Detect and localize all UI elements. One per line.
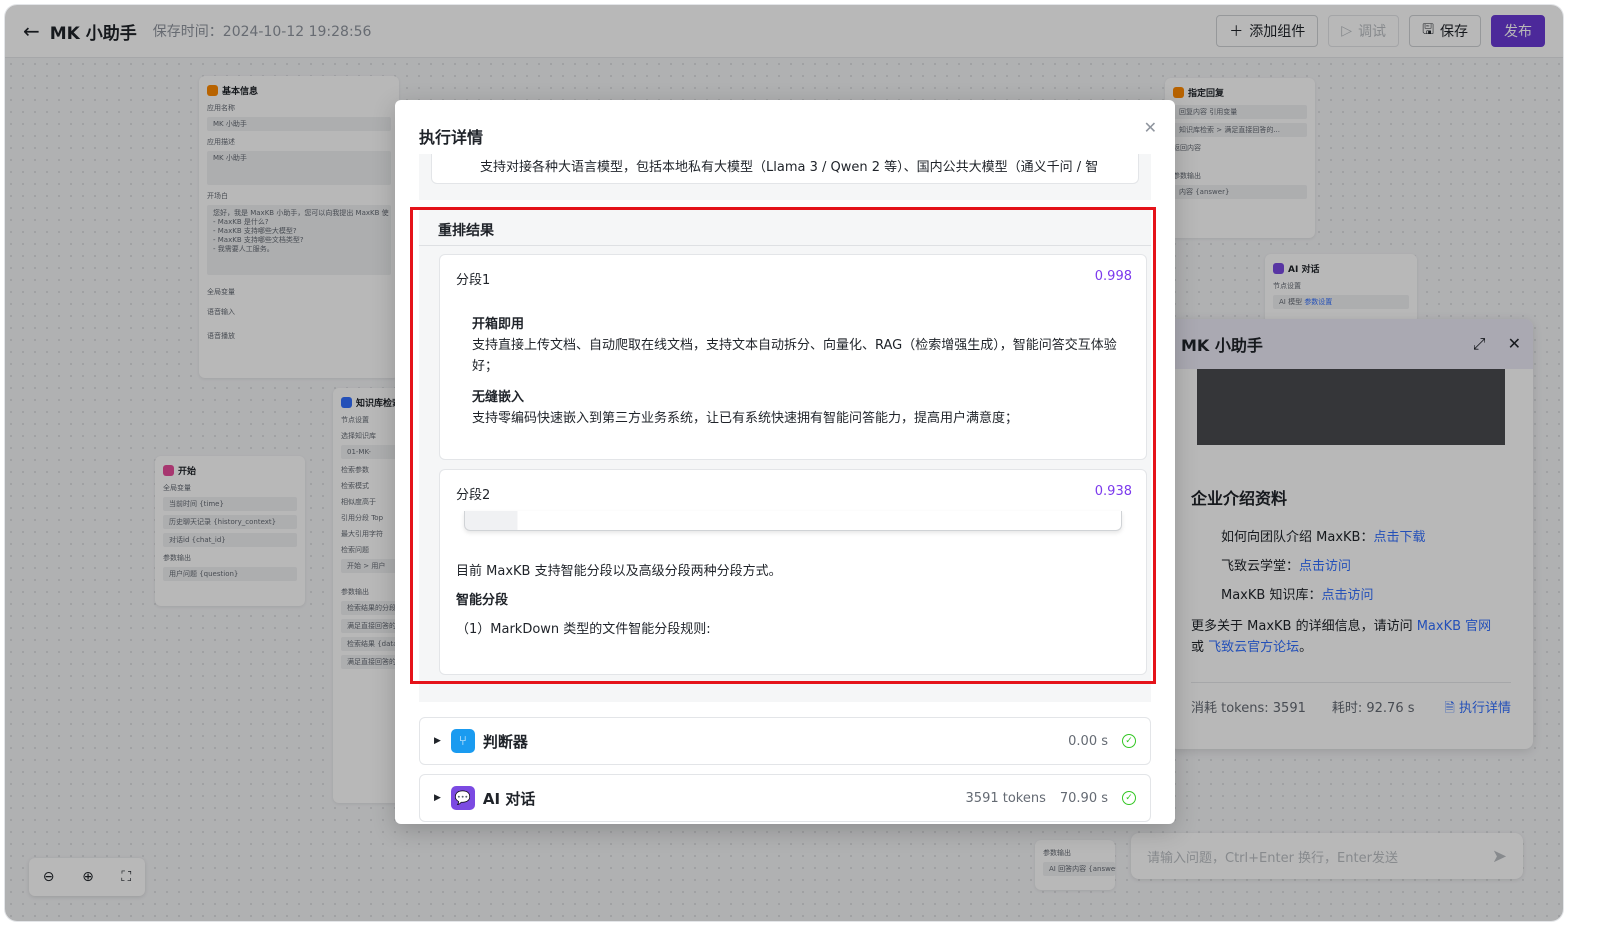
segment-heading: 开箱即用: [472, 317, 525, 332]
check-circle-icon: ✓: [1122, 791, 1136, 805]
chat-bubble-icon: 💬: [450, 786, 475, 810]
exec-detail-dialog: 执行详情 ✕ 支持对接各种大语言模型，包括本地私有大模型（Llama 3 / Q…: [395, 100, 1175, 824]
segment-header: 分段2 0.938: [440, 470, 1146, 503]
step-meta: 0.00 s ✓: [1068, 734, 1136, 749]
snippet-text: 支持对接各种大语言模型，包括本地私有大模型（Llama 3 / Qwen 2 等…: [480, 160, 1099, 175]
step-row-judge[interactable]: ▶ ⑂ 判断器 0.00 s ✓: [419, 717, 1151, 765]
branch-icon: ⑂: [450, 729, 475, 753]
segment-content: 目前 MaxKB 支持智能分段以及高级分段两种分段方式。 智能分段 （1）Mar…: [440, 531, 1146, 640]
caret-right-icon[interactable]: ▶: [434, 736, 441, 746]
caret-right-icon[interactable]: ▶: [434, 793, 441, 803]
step-time: 70.90 s: [1059, 790, 1108, 806]
segment-content: 开箱即用 支持直接上传文档、自动爬取在线文档，支持文本自动拆分、向量化、RAG（…: [440, 288, 1146, 429]
step-tokens: 3591 tokens: [965, 790, 1046, 806]
step-name: AI 对话: [482, 789, 536, 808]
divider: [419, 245, 1151, 246]
segment-text: 支持直接上传文档、自动爬取在线文档，支持文本自动拆分、向量化、RAG（检索增强生…: [472, 338, 1117, 374]
step-meta: 3591 tokens 70.90 s ✓: [966, 791, 1136, 806]
check-circle-icon: ✓: [1122, 734, 1136, 748]
step-time: 0.00 s: [1068, 733, 1108, 749]
segment-label: 分段2: [456, 488, 491, 503]
embedded-image: [464, 511, 1122, 531]
app-window: 基本信息 应用名称 MK 小助手 应用描述 MK 小助手 开场白 您好，我是 M…: [5, 5, 1563, 921]
segment-card: 分段1 0.998 开箱即用 支持直接上传文档、自动爬取在线文档，支持文本自动拆…: [439, 254, 1147, 460]
close-icon[interactable]: ✕: [1144, 118, 1157, 137]
step-row-ai-chat[interactable]: ▶ 💬 AI 对话 3591 tokens 70.90 s ✓: [419, 774, 1151, 822]
rerank-section: 重排结果 分段1 0.998 开箱即用 支持直接上传文档、自动爬取在线文档，支持…: [419, 210, 1151, 702]
segment-heading: 智能分段: [456, 593, 509, 608]
segment-header: 分段1 0.998: [440, 255, 1146, 288]
segment-label: 分段1: [456, 273, 491, 288]
segment-card: 分段2 0.938 目前 MaxKB 支持智能分段以及高级分段两种分段方式。 智…: [439, 469, 1147, 675]
previous-snippet: 支持对接各种大语言模型，包括本地私有大模型（Llama 3 / Qwen 2 等…: [431, 154, 1139, 184]
segment-text: 目前 MaxKB 支持智能分段以及高级分段两种分段方式。: [456, 564, 782, 579]
segment-text: （1）MarkDown 类型的文件智能分段规则:: [456, 622, 711, 637]
dialog-body[interactable]: 支持对接各种大语言模型，包括本地私有大模型（Llama 3 / Qwen 2 等…: [403, 154, 1167, 824]
dialog-title: 执行详情: [419, 128, 484, 147]
segment-score: 0.938: [1094, 484, 1132, 499]
segment-score: 0.998: [1094, 269, 1132, 284]
segment-heading: 无缝嵌入: [472, 390, 525, 405]
segment-text: 支持零编码快速嵌入到第三方业务系统，让已有系统快速拥有智能问答能力，提高用户满意…: [472, 411, 1019, 426]
rerank-title: 重排结果: [438, 223, 494, 239]
step-name: 判断器: [482, 732, 528, 751]
